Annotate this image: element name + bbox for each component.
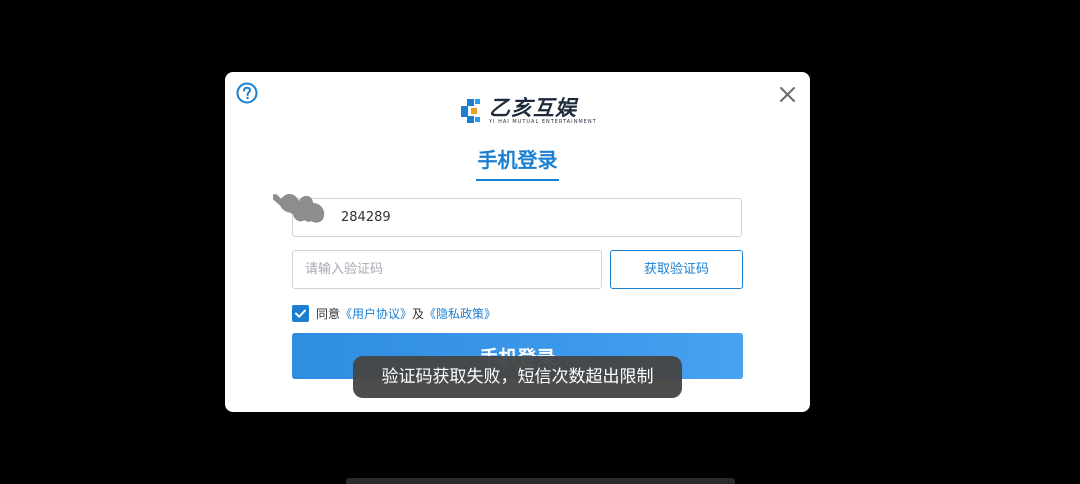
close-icon[interactable] <box>778 85 797 104</box>
navigation-bar <box>346 478 735 484</box>
privacy-policy-link[interactable]: 《隐私政策》 <box>424 305 496 322</box>
page-title: 手机登录 <box>477 148 558 172</box>
brand-logo-mark-icon <box>461 99 480 123</box>
question-circle-icon[interactable] <box>236 82 258 104</box>
agreement-joiner: 及 <box>412 306 425 321</box>
error-toast: 验证码获取失败，短信次数超出限制 <box>353 356 682 398</box>
user-agreement-link[interactable]: 《用户协议》 <box>340 305 412 322</box>
agreement-checkbox[interactable] <box>292 304 309 322</box>
brand-logo-subtitle: YI HAI MUTUAL ENTERTAINMENT <box>489 119 597 125</box>
brand-logo: 乙亥互娱 YI HAI MUTUAL ENTERTAINMENT <box>459 96 596 128</box>
verification-code-input[interactable] <box>293 251 601 288</box>
screen: 乙亥互娱 YI HAI MUTUAL ENTERTAINMENT 手机登录 获取… <box>0 0 1080 484</box>
phone-number-input[interactable] <box>293 199 741 236</box>
title-underline <box>476 179 559 181</box>
verification-code-field[interactable] <box>292 250 602 289</box>
phone-number-field[interactable] <box>292 198 742 237</box>
agreement-prefix: 同意 <box>316 306 341 321</box>
brand-logo-name: 乙亥互娱 <box>489 96 577 120</box>
get-code-button[interactable]: 获取验证码 <box>610 250 743 289</box>
agreement-row: 同意 《用户协议》 及 《隐私政策》 <box>292 304 496 322</box>
checkmark-icon <box>295 309 306 318</box>
